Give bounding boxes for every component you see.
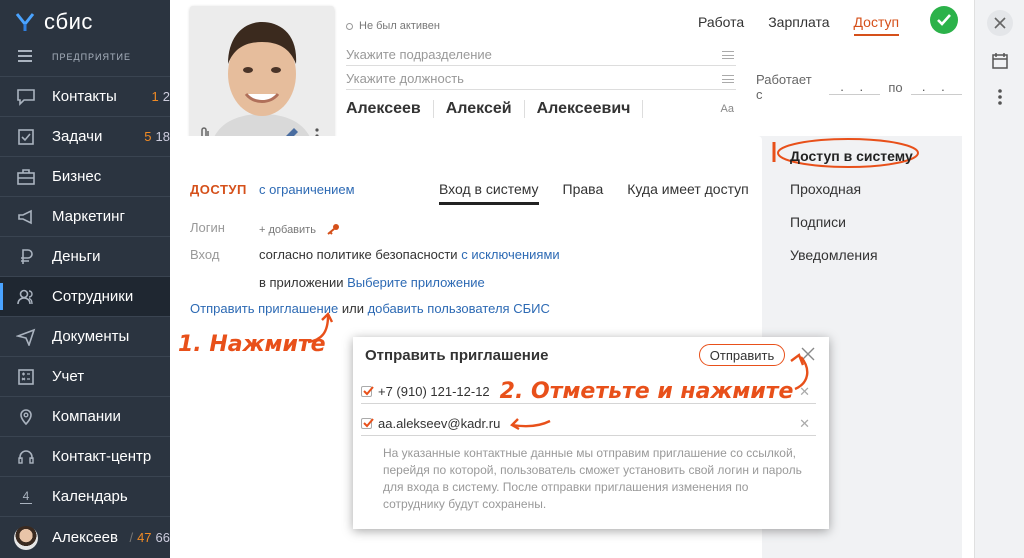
remove-phone-icon[interactable]: ✕ — [799, 384, 810, 400]
start-date-field[interactable]: . . — [828, 79, 881, 95]
users-icon — [14, 285, 38, 309]
tab-work[interactable]: Работа — [698, 14, 744, 36]
top-tabs: Работа Зарплата Доступ — [698, 14, 900, 36]
nav-item-accounting[interactable]: Учет — [0, 356, 170, 396]
more-button[interactable] — [987, 84, 1013, 110]
briefcase-icon — [14, 165, 38, 189]
employment-dates: Работает с . . по . . — [756, 72, 962, 102]
ruble-icon — [14, 245, 38, 269]
calendar-button[interactable] — [987, 48, 1013, 74]
calculator-icon — [14, 365, 38, 389]
nav-item-user[interactable]: Алексеев /47 66 — [0, 516, 170, 558]
logo[interactable]: сбис — [14, 8, 93, 36]
save-check-button[interactable] — [930, 6, 958, 34]
email-value: aa.alekseev@kadr.ru — [378, 416, 501, 431]
list-icon[interactable] — [722, 75, 734, 83]
check-icon — [363, 386, 374, 396]
choose-app-link[interactable]: Выберите приложение — [347, 275, 485, 290]
send-button[interactable]: Отправить — [699, 344, 785, 366]
avatar — [14, 525, 38, 550]
nav-item-companies[interactable]: Компании — [0, 396, 170, 436]
task-icon — [14, 125, 38, 149]
employee-header: Не был активен Укажите подразделение Ука… — [170, 0, 962, 150]
check-icon — [937, 14, 951, 26]
invite-note: На указанные контактные данные мы отправ… — [383, 446, 802, 511]
add-sbis-user-link[interactable]: добавить пользователя СБИС — [368, 301, 550, 316]
nav-item-marketing[interactable]: Маркетинг — [0, 196, 170, 236]
status-dot-icon — [346, 22, 353, 30]
last-name-field[interactable]: Алексеев — [346, 100, 434, 118]
nav-item-tasks[interactable]: Задачи 5 18 — [0, 116, 170, 156]
close-panel-button[interactable] — [987, 10, 1013, 36]
nav-item-documents[interactable]: Документы — [0, 316, 170, 356]
add-login-link[interactable]: + добавить — [259, 224, 316, 236]
access-mode-link[interactable]: с ограничением — [259, 182, 355, 197]
position-field[interactable]: Укажите должность — [346, 68, 736, 90]
section-checkpoint[interactable]: Проходная — [790, 181, 861, 197]
access-title: ДОСТУП — [190, 182, 247, 197]
menu-icon[interactable] — [18, 50, 32, 62]
tab-access[interactable]: Доступ — [853, 14, 900, 36]
exceptions-link[interactable]: с исключениями — [461, 247, 559, 262]
invite-row: Отправить приглашение или добавить польз… — [190, 301, 550, 316]
contact-phone-row[interactable]: +7 (910) 121-12-12 2. Отметьте и нажмите… — [361, 379, 816, 404]
check-icon — [363, 418, 374, 428]
location-icon — [14, 405, 38, 429]
phone-value: +7 (910) 121-12-12 — [378, 384, 490, 399]
tab-salary[interactable]: Зарплата — [768, 14, 829, 36]
nav-item-employees[interactable]: Сотрудники — [0, 276, 170, 316]
access-subtabs: Вход в систему Права Куда имеет доступ — [439, 181, 749, 205]
chat-icon — [14, 85, 38, 109]
email-checkbox[interactable] — [361, 418, 374, 429]
font-case-toggle[interactable]: Aa — [721, 103, 734, 115]
tab-login[interactable]: Вход в систему — [439, 181, 539, 205]
calendar-day-icon: 4 — [14, 485, 38, 509]
right-toolbar — [974, 0, 1024, 558]
employee-photo[interactable] — [190, 6, 334, 150]
brand-name: сбис — [44, 9, 93, 34]
sbis-logo-icon — [15, 13, 35, 31]
hint-arrow-1-icon — [307, 311, 334, 344]
nav-item-calendar[interactable]: 4 Календарь — [0, 476, 170, 516]
middle-name-field[interactable]: Алексеевич — [537, 100, 644, 118]
app-row: в приложении Выберите приложение — [259, 275, 485, 290]
tab-rights[interactable]: Права — [563, 181, 604, 205]
section-system-access[interactable]: Доступ в систему — [790, 148, 913, 164]
nav-item-contact-center[interactable]: Контакт-центр — [0, 436, 170, 476]
full-name-fields: Алексеев Алексей Алексеевич Aa — [346, 96, 736, 122]
nav-item-contacts[interactable]: Контакты 12 — [0, 76, 170, 116]
more-vertical-icon — [998, 89, 1002, 105]
remove-email-icon[interactable]: ✕ — [799, 416, 810, 432]
calendar-icon — [992, 53, 1008, 69]
end-date-field[interactable]: . . — [910, 79, 962, 95]
entry-label: Вход — [190, 247, 220, 262]
tab-where-access[interactable]: Куда имеет доступ — [627, 181, 749, 205]
invite-popup: Отправить приглашение Отправить +7 (910)… — [353, 337, 829, 529]
first-name-field[interactable]: Алексей — [446, 100, 525, 118]
contact-email-row[interactable]: aa.alekseev@kadr.ru ✕ — [361, 412, 816, 436]
list-icon[interactable] — [722, 51, 734, 59]
headset-icon — [14, 445, 38, 469]
section-notifications[interactable]: Уведомления — [790, 247, 878, 263]
hint-arrow-3-icon — [510, 417, 551, 430]
login-value: + добавить — [259, 221, 340, 236]
nav-item-money[interactable]: Деньги — [0, 236, 170, 276]
key-icon[interactable] — [326, 223, 340, 235]
sidebar: сбис ПРЕДПРИЯТИЕ Контакты 12 Задачи 5 18 … — [0, 0, 170, 558]
entry-value: согласно политике безопасности с исключе… — [259, 247, 560, 262]
nav-item-business[interactable]: Бизнес — [0, 156, 170, 196]
close-icon — [994, 17, 1006, 29]
phone-checkbox[interactable] — [361, 386, 374, 397]
login-label: Логин — [190, 220, 225, 235]
activity-status: Не был активен — [346, 20, 440, 32]
hint-step-2: 2. Отметьте и нажмите — [499, 379, 794, 404]
section-signatures[interactable]: Подписи — [790, 214, 846, 230]
org-name: ПРЕДПРИЯТИЕ — [52, 52, 131, 62]
send-icon — [14, 325, 38, 349]
megaphone-icon — [14, 205, 38, 229]
department-field[interactable]: Укажите подразделение — [346, 44, 736, 66]
popup-title: Отправить приглашение — [365, 347, 549, 364]
